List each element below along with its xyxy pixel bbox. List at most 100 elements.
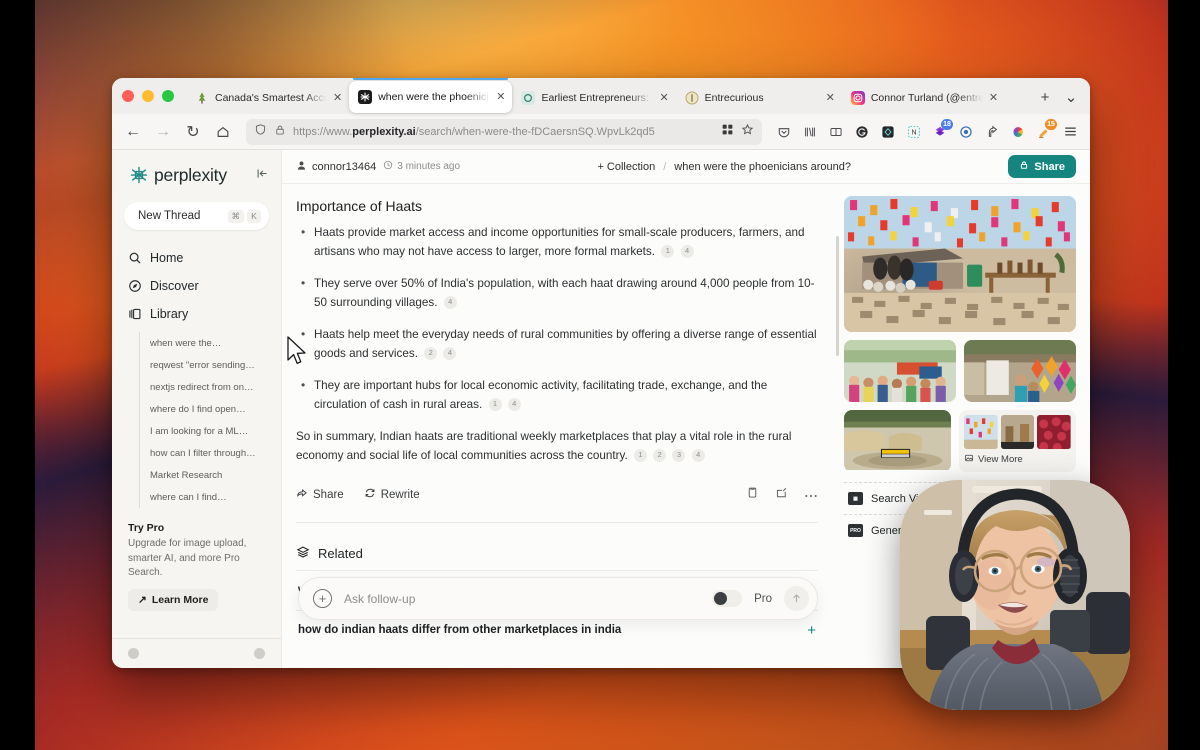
- citation-badge[interactable]: 1: [633, 448, 647, 462]
- citation-badge[interactable]: 4: [443, 295, 457, 309]
- avatar[interactable]: [128, 648, 139, 659]
- minimize-window-button[interactable]: [142, 90, 154, 102]
- bookmark-star-icon[interactable]: [741, 123, 754, 141]
- tab-4[interactable]: Connor Turland (@entrecurio ✕: [842, 83, 1005, 113]
- add-related-icon[interactable]: +: [807, 622, 816, 639]
- thread-item[interactable]: I am looking for a ML…: [150, 420, 270, 442]
- citation-badge[interactable]: 4: [507, 397, 521, 411]
- shortcut-cmd: ⌘: [227, 209, 244, 223]
- ask-follow-up-bar[interactable]: + Ask follow-up Pro: [298, 577, 818, 620]
- thread-item[interactable]: where can I find…: [150, 486, 270, 508]
- zoom-window-button[interactable]: [162, 90, 174, 102]
- close-window-button[interactable]: [122, 90, 134, 102]
- plus-circle-icon[interactable]: +: [313, 589, 332, 608]
- thumbnail-bunting[interactable]: [964, 415, 998, 449]
- view-more-card[interactable]: View More: [959, 410, 1076, 472]
- thread-item[interactable]: Market Research: [150, 464, 270, 486]
- thread-item[interactable]: nextjs redirect from on…: [150, 376, 270, 398]
- perplexity-logo-icon: [128, 164, 150, 186]
- breadcrumb-separator: /: [663, 160, 667, 173]
- url-bar[interactable]: https://www.perplexity.ai/search/when-we…: [246, 118, 762, 145]
- vertical-scrollbar[interactable]: [836, 236, 839, 356]
- grammarly-icon[interactable]: [850, 120, 874, 144]
- rewrite-label: Rewrite: [380, 488, 420, 501]
- collapse-sidebar-icon[interactable]: [256, 167, 269, 183]
- thread-item[interactable]: where do I find open…: [150, 398, 270, 420]
- highlighter-icon[interactable]: 15: [1032, 118, 1057, 144]
- privacy-extension-icon[interactable]: [954, 120, 978, 144]
- qr-icon[interactable]: [721, 123, 734, 141]
- thread-item[interactable]: when were the…: [150, 332, 270, 354]
- citation-badge[interactable]: 1: [661, 245, 675, 259]
- reader-view-icon[interactable]: [824, 120, 848, 144]
- dilli-haat-image[interactable]: [844, 410, 951, 472]
- thread-item[interactable]: how can I filter through…: [150, 442, 270, 464]
- reload-button[interactable]: ↻: [180, 119, 206, 145]
- close-icon[interactable]: ✕: [333, 92, 342, 104]
- new-thread-button[interactable]: New Thread ⌘ K: [124, 202, 269, 230]
- username: connor13464: [312, 160, 377, 173]
- close-icon[interactable]: ✕: [496, 91, 505, 103]
- back-button[interactable]: ←: [120, 119, 146, 145]
- answer-bullet-list: Haats provide market access and income o…: [296, 223, 818, 415]
- share-button[interactable]: Share: [1008, 155, 1076, 178]
- forward-button[interactable]: →: [150, 119, 176, 145]
- settings-gear-icon[interactable]: [254, 648, 265, 659]
- pro-toggle[interactable]: [712, 590, 743, 607]
- arrow-up-right-icon: ↗: [138, 593, 147, 606]
- brand-name: perplexity: [154, 164, 227, 185]
- purple-extension-icon[interactable]: 18: [928, 118, 953, 144]
- send-button[interactable]: [784, 586, 809, 611]
- lock-icon[interactable]: [274, 123, 286, 141]
- citation-badge[interactable]: 4: [443, 346, 457, 360]
- clock-icon: [383, 160, 393, 173]
- view-more-row[interactable]: View More: [964, 453, 1071, 466]
- close-icon[interactable]: ✕: [659, 92, 668, 104]
- citation-badge[interactable]: 1: [488, 397, 502, 411]
- citation-badge[interactable]: 4: [691, 448, 705, 462]
- home-button[interactable]: [210, 119, 236, 145]
- search-input[interactable]: Ask follow-up: [344, 592, 700, 606]
- pencil-square-icon[interactable]: [775, 486, 788, 504]
- decorations-stall-image[interactable]: [964, 340, 1076, 402]
- pocket-icon[interactable]: [772, 120, 796, 144]
- close-icon[interactable]: ✕: [989, 92, 998, 104]
- list-all-tabs-button[interactable]: ⌄: [1058, 82, 1084, 112]
- tab-3[interactable]: Entrecurious ✕: [676, 83, 842, 113]
- citation-badge[interactable]: 2: [424, 346, 438, 360]
- close-icon[interactable]: ✕: [826, 92, 835, 104]
- tab-0[interactable]: Canada's Smartest Accounting ✕: [186, 83, 349, 113]
- desktop: Canada's Smartest Accounting ✕ when were…: [0, 0, 1200, 750]
- add-to-collection-button[interactable]: + Collection: [597, 161, 655, 173]
- library-icon[interactable]: [798, 120, 822, 144]
- share-answer-button[interactable]: Share: [296, 487, 344, 502]
- citation-badge[interactable]: 2: [653, 448, 667, 462]
- sidebar-item-discover[interactable]: Discover: [112, 272, 281, 300]
- market-crowd-image[interactable]: [844, 340, 956, 402]
- citation-badge[interactable]: 4: [680, 245, 694, 259]
- hamburger-menu-icon[interactable]: [1058, 120, 1082, 144]
- citation-badge[interactable]: 3: [672, 448, 686, 462]
- rewrite-button[interactable]: Rewrite: [364, 487, 420, 502]
- pro-badge-icon: PRO: [848, 524, 863, 537]
- share-extension-icon[interactable]: [980, 120, 1004, 144]
- new-tab-button[interactable]: +: [1032, 82, 1058, 112]
- learn-more-button[interactable]: ↗ Learn More: [128, 588, 219, 611]
- clipboard-icon[interactable]: [746, 486, 759, 504]
- tab-2[interactable]: Earliest Entrepreneurs: Phoen ✕: [512, 83, 675, 113]
- sidebar-item-library[interactable]: Library: [112, 300, 281, 328]
- related-item-label: how do indian haats differ from other ma…: [298, 624, 622, 637]
- thumbnail-stall[interactable]: [1000, 415, 1035, 449]
- answer-heading: Importance of Haats: [296, 198, 423, 214]
- extension-dark-icon[interactable]: [876, 120, 900, 144]
- color-wheel-icon[interactable]: [1006, 120, 1030, 144]
- hero-image[interactable]: [844, 196, 1076, 332]
- tab-1-active[interactable]: when were the phoenicians a ✕: [349, 78, 513, 113]
- notion-icon[interactable]: N: [902, 120, 926, 144]
- shield-icon[interactable]: [254, 123, 267, 141]
- ellipsis-icon[interactable]: [804, 486, 818, 504]
- thread-item[interactable]: reqwest "error sending…: [150, 354, 270, 376]
- thumbnail-flowers[interactable]: [1037, 415, 1071, 449]
- sidebar-item-home[interactable]: Home: [112, 244, 281, 272]
- refresh-icon: [364, 487, 376, 502]
